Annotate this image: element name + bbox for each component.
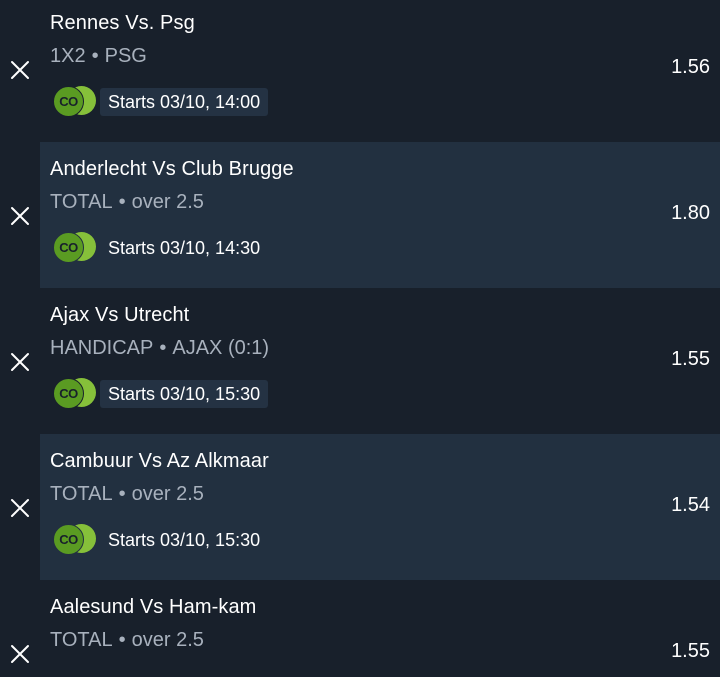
start-time: Starts 03/10, 14:30 [108, 237, 261, 258]
selection: over 2.5 [131, 191, 204, 213]
remove-bet-button[interactable] [8, 58, 32, 82]
remove-bet-button[interactable] [8, 350, 32, 374]
separator: • [91, 45, 99, 67]
odds-value: 1.55 [671, 348, 710, 370]
brand-logo-text: CO [53, 232, 84, 263]
start-time: Starts 03/10, 14:00 [100, 87, 269, 116]
market-type: TOTAL [50, 483, 113, 505]
separator: • [118, 483, 126, 505]
separator: • [118, 191, 126, 213]
selection: over 2.5 [131, 483, 204, 505]
bet-slip-list: Rennes Vs. Psg 1X2 • PSG CO Starts 03/10, … [0, 0, 720, 677]
odds-value: 1.54 [671, 494, 710, 516]
separator: • [159, 337, 167, 359]
bet-card[interactable]: Aalesund Vs Ham-kam TOTAL • over 2.5 1.55 [40, 580, 720, 677]
brand-logo-text: CO [53, 378, 84, 409]
meta-line: CO Starts 03/10, 14:30 [52, 232, 268, 263]
brand-logo-text: CO [53, 524, 84, 555]
market-line: TOTAL • over 2.5 [50, 191, 204, 214]
match-title: Ajax Vs Utrecht [50, 304, 190, 326]
match-title: Aalesund Vs Ham-kam [50, 596, 257, 618]
close-icon [11, 353, 29, 371]
remove-bet-button[interactable] [8, 642, 32, 666]
close-icon [11, 645, 29, 663]
bet-card[interactable]: Cambuur Vs Az Alkmaar TOTAL • over 2.5 CO … [40, 434, 720, 580]
match-title: Rennes Vs. Psg [50, 12, 195, 34]
bet-row: Ajax Vs Utrecht HANDICAP • AJAX (0:1) CO S… [0, 288, 720, 434]
market-line: TOTAL • over 2.5 [50, 483, 204, 506]
brand-logo-text: CO [53, 86, 84, 117]
bet-row: Anderlecht Vs Club Brugge TOTAL • over 2.5… [0, 142, 720, 288]
bet-row: Rennes Vs. Psg 1X2 • PSG CO Starts 03/10, … [0, 0, 720, 142]
bet-row: Cambuur Vs Az Alkmaar TOTAL • over 2.5 CO … [0, 434, 720, 580]
meta-line: CO Starts 03/10, 15:30 [52, 524, 268, 555]
selection: AJAX (0:1) [172, 337, 270, 359]
close-icon [11, 207, 29, 225]
match-title: Cambuur Vs Az Alkmaar [50, 450, 269, 472]
market-line: TOTAL • over 2.5 [50, 629, 204, 652]
market-type: TOTAL [50, 629, 113, 651]
meta-line: CO Starts 03/10, 15:30 [52, 378, 269, 409]
brand-logo-icon: CO [52, 232, 98, 263]
brand-logo-icon: CO [52, 86, 98, 117]
bet-row: Aalesund Vs Ham-kam TOTAL • over 2.5 1.55 [0, 580, 720, 677]
close-icon [11, 61, 29, 79]
brand-logo-icon: CO [52, 378, 98, 409]
market-type: TOTAL [50, 191, 113, 213]
bet-card[interactable]: Ajax Vs Utrecht HANDICAP • AJAX (0:1) CO S… [40, 288, 720, 434]
start-time: Starts 03/10, 15:30 [108, 529, 261, 550]
meta-line: CO Starts 03/10, 14:00 [52, 86, 269, 117]
market-line: 1X2 • PSG [50, 45, 147, 68]
brand-logo-icon: CO [52, 524, 98, 555]
market-type: HANDICAP [50, 337, 154, 359]
start-time: Starts 03/10, 15:30 [100, 379, 269, 408]
market-line: HANDICAP • AJAX (0:1) [50, 337, 269, 360]
remove-bet-button[interactable] [8, 496, 32, 520]
remove-bet-button[interactable] [8, 204, 32, 228]
match-title: Anderlecht Vs Club Brugge [50, 158, 294, 180]
market-type: 1X2 [50, 45, 86, 67]
bet-card[interactable]: Anderlecht Vs Club Brugge TOTAL • over 2.5… [40, 142, 720, 288]
odds-value: 1.55 [671, 640, 710, 662]
separator: • [118, 629, 126, 651]
close-icon [11, 499, 29, 517]
odds-value: 1.80 [671, 202, 710, 224]
selection: over 2.5 [131, 629, 204, 651]
bet-card[interactable]: Rennes Vs. Psg 1X2 • PSG CO Starts 03/10, … [40, 0, 720, 142]
selection: PSG [104, 45, 147, 67]
odds-value: 1.56 [671, 56, 710, 78]
